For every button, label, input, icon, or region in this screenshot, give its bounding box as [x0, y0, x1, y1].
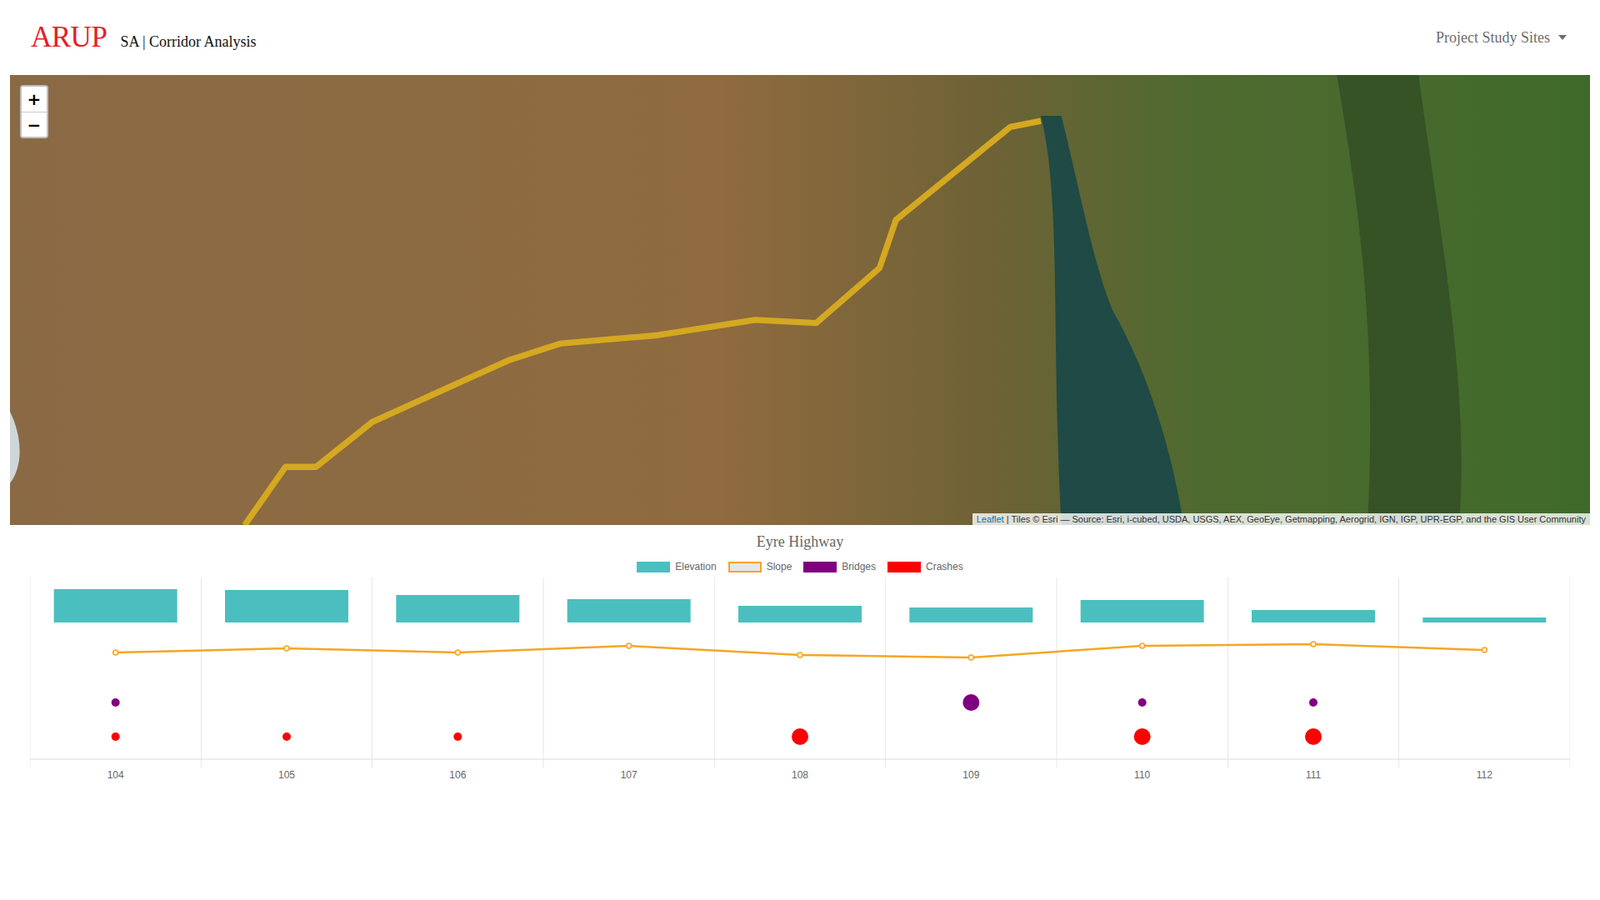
legend-label: Elevation — [675, 560, 716, 573]
x-label: 110 — [1134, 769, 1150, 781]
x-label: 107 — [620, 769, 638, 781]
crash-dot[interactable] — [1305, 728, 1322, 745]
legend-swatch — [887, 561, 921, 573]
map[interactable]: + − Leaflet | Tiles © Esri — Source: Esr… — [10, 75, 1590, 525]
legend-label: Slope — [766, 560, 793, 573]
slope-point[interactable] — [626, 643, 632, 649]
legend-swatch — [728, 561, 762, 573]
slope-line[interactable] — [115, 644, 1485, 658]
caret-icon[interactable] — [1558, 35, 1567, 40]
grid-line — [30, 577, 31, 768]
slope-point[interactable] — [284, 645, 290, 651]
x-label: 111 — [1305, 769, 1322, 781]
corridor-chart: Eyre Highway Elevation Slope Bridges Cra… — [30, 525, 1570, 786]
bridge-dot[interactable] — [962, 694, 980, 711]
arup-logo[interactable]: ARUP — [30, 20, 107, 55]
legend-item[interactable]: Crashes — [887, 560, 964, 573]
attribution-text: | Tiles © Esri — Source: Esri, i-cubed, … — [1004, 514, 1586, 525]
elevation-bar[interactable] — [395, 595, 520, 623]
page: ARUP SA | Corridor Analysis Project Stud… — [0, 0, 1600, 786]
elevation-bar[interactable] — [909, 607, 1033, 623]
slope-point[interactable] — [455, 650, 460, 655]
grid-line — [1056, 577, 1058, 768]
zoom-out-button[interactable]: − — [21, 111, 47, 137]
x-label: 104 — [107, 769, 125, 781]
header: ARUP SA | Corridor Analysis Project Stud… — [0, 0, 1600, 75]
legend-label: Bridges — [841, 560, 876, 573]
x-label: 108 — [791, 769, 809, 781]
slope-point[interactable] — [1140, 643, 1145, 649]
x-axis — [30, 759, 1570, 760]
grid-line — [200, 577, 202, 768]
legend-item[interactable]: Bridges — [803, 560, 876, 573]
crash-dot[interactable] — [111, 732, 120, 741]
legend-item[interactable]: Elevation — [636, 560, 716, 573]
x-label: 109 — [962, 769, 980, 781]
attribution: Leaflet | Tiles © Esri — Source: Esri, i… — [972, 513, 1590, 525]
crash-dot[interactable] — [1134, 728, 1151, 745]
menu-label[interactable]: Project Study Sites — [1435, 29, 1550, 47]
legend-label: Crashes — [925, 560, 964, 573]
satellite-imagery — [10, 75, 1590, 525]
crash-dot[interactable] — [453, 732, 462, 741]
slope-point[interactable] — [1310, 641, 1316, 647]
legend-swatch — [803, 561, 837, 573]
legend-item[interactable]: Slope — [728, 560, 793, 573]
elevation-bar[interactable] — [1422, 617, 1546, 623]
app-title: SA | Corridor Analysis — [120, 33, 256, 51]
bridge-dot[interactable] — [1138, 698, 1147, 707]
legend: Elevation Slope Bridges Crashes — [636, 560, 963, 573]
legend-swatch — [636, 561, 670, 573]
elevation-bar[interactable] — [1251, 610, 1375, 623]
crash-dot[interactable] — [791, 728, 809, 745]
grid-line — [1227, 577, 1229, 768]
plot: 104 105 106 107 108 109 110 111 112 — [30, 577, 1570, 786]
grid-line — [1398, 577, 1400, 768]
bridge-dot[interactable] — [111, 698, 120, 707]
elevation-bar[interactable] — [738, 605, 862, 623]
grid-line — [714, 577, 715, 768]
x-label: 105 — [278, 769, 295, 781]
crash-dot[interactable] — [282, 732, 291, 741]
zoom-control: + − — [20, 85, 49, 139]
grid-line — [885, 577, 886, 768]
route-line[interactable] — [245, 120, 1041, 525]
project-sites-menu[interactable]: Project Study Sites — [1435, 29, 1567, 47]
slope-point[interactable] — [797, 652, 803, 658]
grid-line — [543, 577, 545, 768]
elevation-bar[interactable] — [225, 590, 349, 623]
leaflet-link[interactable]: Leaflet — [976, 514, 1005, 525]
zoom-in-button[interactable]: + — [21, 86, 47, 112]
slope-point[interactable] — [1481, 647, 1487, 653]
chart-title: Eyre Highway — [756, 533, 844, 551]
brand: ARUP SA | Corridor Analysis — [30, 20, 257, 55]
elevation-bar[interactable] — [54, 589, 178, 623]
elevation-bar[interactable] — [1080, 600, 1205, 623]
slope-point[interactable] — [968, 655, 974, 660]
bridge-dot[interactable] — [1309, 698, 1318, 707]
x-label: 106 — [449, 769, 466, 781]
grid-line — [1570, 577, 1571, 768]
slope-point[interactable] — [113, 650, 119, 655]
elevation-bar[interactable] — [567, 599, 691, 623]
x-label: 112 — [1476, 769, 1493, 781]
grid-line — [371, 577, 373, 768]
